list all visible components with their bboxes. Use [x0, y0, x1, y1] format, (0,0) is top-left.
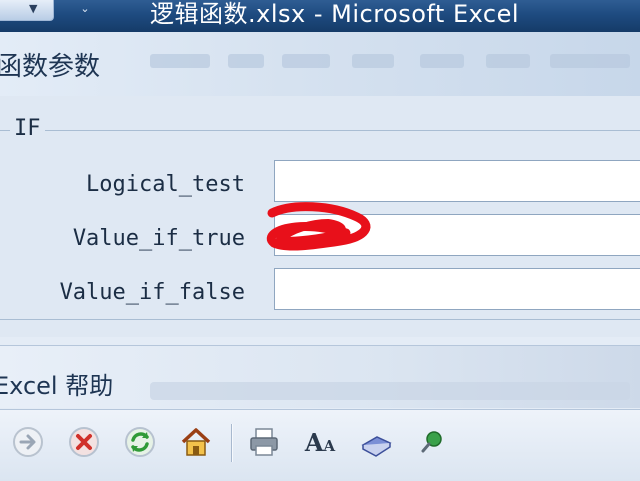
blurred-background	[282, 54, 330, 68]
refresh-icon	[125, 427, 155, 457]
forward-button[interactable]	[10, 424, 46, 460]
keep-on-top-button[interactable]	[414, 424, 450, 460]
arg-label-value-if-true: Value_if_true	[72, 226, 245, 251]
home-button[interactable]	[178, 424, 214, 460]
refresh-button[interactable]	[122, 424, 158, 460]
chevron-down-icon: ⌄	[80, 2, 90, 15]
help-header[interactable]: Excel 帮助	[0, 345, 640, 408]
help-title: Excel 帮助	[0, 372, 114, 400]
book-icon	[361, 436, 392, 457]
excel-help-window: Excel 帮助 AA	[0, 337, 640, 481]
table-of-contents-button[interactable]	[358, 424, 394, 460]
blurred-background	[228, 54, 264, 68]
blurred-background	[550, 54, 630, 68]
customize-qat-button[interactable]: ⌄	[74, 0, 96, 20]
help-toolbar: AA	[0, 409, 640, 481]
title-bar: ▼ ⌄ 逻辑函数.xlsx - Microsoft Excel	[0, 0, 640, 32]
dialog-title: 函数参数	[0, 52, 101, 82]
stop-button[interactable]	[66, 424, 102, 460]
chevron-down-icon: ▼	[29, 2, 38, 15]
pushpin-icon	[421, 431, 442, 453]
print-icon	[250, 428, 278, 456]
window-title: 逻辑函数.xlsx - Microsoft Excel	[150, 0, 520, 28]
arg-label-logical-test: Logical_test	[86, 172, 245, 197]
quick-access-toolbar-button[interactable]: ▼	[0, 0, 54, 21]
blurred-background	[150, 382, 630, 400]
text-size-button[interactable]: AA	[302, 424, 338, 460]
print-button[interactable]	[246, 424, 282, 460]
logical-test-input[interactable]	[274, 160, 640, 202]
blurred-background	[352, 54, 394, 68]
home-icon	[181, 428, 211, 456]
blurred-background	[420, 54, 464, 68]
arg-label-value-if-false: Value_if_false	[59, 280, 245, 305]
forward-arrow-icon	[13, 427, 43, 457]
blurred-background	[486, 54, 530, 68]
toolbar-separator	[231, 424, 233, 462]
text-size-icon: AA	[304, 427, 336, 457]
blurred-background	[150, 54, 210, 68]
stop-icon	[69, 427, 99, 457]
dialog-header[interactable]: 函数参数	[0, 32, 640, 96]
function-name: IF	[10, 116, 45, 141]
value-if-false-input[interactable]	[274, 268, 640, 310]
red-annotation-scribble	[266, 202, 371, 251]
function-arguments-dialog: 函数参数 IF Logical_test Value_if_true Value…	[0, 32, 640, 338]
